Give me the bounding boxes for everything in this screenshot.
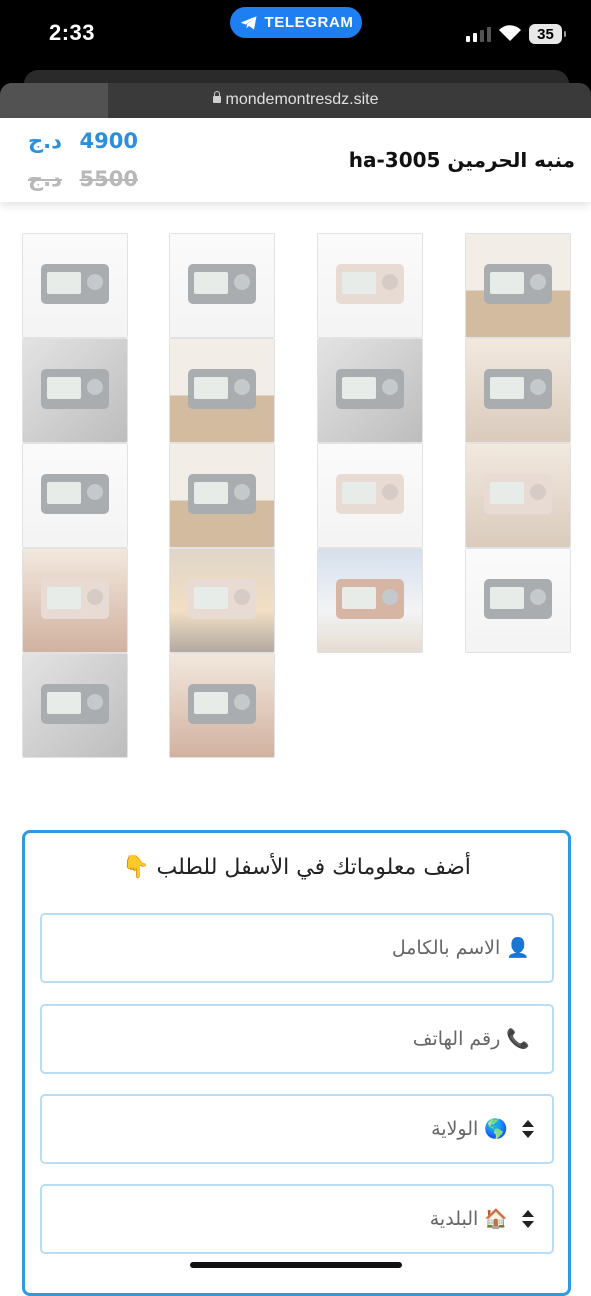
old-price-value: 5500: [79, 167, 138, 191]
thumbnail-overlay: [318, 444, 422, 547]
price-currency: د.ج: [28, 129, 62, 153]
phone-placeholder: 📞 رقم الهاتف: [412, 1028, 530, 1050]
wilaya-select[interactable]: 🌎 الولاية: [40, 1094, 554, 1164]
signal-icon: [466, 27, 491, 42]
product-header: منبه الحرمين ha-3005 د.ج 4900 د.ج 5500: [0, 118, 591, 202]
thumbnail-overlay: [318, 339, 422, 442]
thumbnail-overlay: [170, 339, 274, 442]
thumbnail-overlay: [170, 234, 274, 337]
telegram-return-pill[interactable]: TELEGRAM: [230, 7, 362, 38]
gallery-thumbnail[interactable]: [317, 548, 423, 653]
full-name-placeholder: 👤 الاسم بالكامل: [391, 937, 530, 959]
address-bar[interactable]: mondemontresdz.site: [0, 83, 591, 118]
thumbnail-overlay: [466, 549, 570, 652]
clock-time: 2:33: [49, 20, 96, 45]
phone-input[interactable]: 📞 رقم الهاتف: [40, 1004, 554, 1074]
thumbnail-overlay: [466, 234, 570, 337]
thumbnail-overlay: [23, 339, 127, 442]
thumbnail-overlay: [170, 444, 274, 547]
gallery-thumbnail[interactable]: [317, 338, 423, 443]
telegram-pill-label: TELEGRAM: [264, 14, 354, 31]
old-price-currency: د.ج: [28, 167, 62, 191]
gallery-thumbnail[interactable]: [169, 338, 275, 443]
current-price: د.ج 4900: [28, 129, 138, 153]
battery-icon: 35: [529, 24, 566, 44]
status-bar: 2:33 TELEGRAM 35: [0, 0, 591, 70]
gallery-thumbnail[interactable]: [317, 233, 423, 338]
product-title: منبه الحرمين ha-3005: [348, 148, 575, 172]
commune-label: 🏠 البلدية: [429, 1208, 508, 1230]
thumbnail-overlay: [318, 234, 422, 337]
home-indicator: [190, 1262, 402, 1268]
thumbnail-overlay: [318, 549, 422, 652]
gallery-thumbnail[interactable]: [22, 233, 128, 338]
gallery-thumbnail[interactable]: [169, 233, 275, 338]
thumbnail-overlay: [466, 444, 570, 547]
gallery-thumbnail[interactable]: [169, 653, 275, 758]
order-form: أضف معلوماتك في الأسفل للطلب 👇 👤 الاسم ب…: [22, 830, 571, 1296]
gallery-thumbnail[interactable]: [465, 338, 571, 443]
price-value: 4900: [79, 129, 138, 153]
thumbnail-overlay: [23, 549, 127, 652]
gallery-thumbnail[interactable]: [22, 443, 128, 548]
old-price: د.ج 5500: [28, 167, 138, 191]
gallery-thumbnail[interactable]: [169, 548, 275, 653]
gallery-thumbnail[interactable]: [22, 653, 128, 758]
gallery-thumbnail[interactable]: [465, 233, 571, 338]
thumbnail-overlay: [23, 234, 127, 337]
gallery-thumbnail[interactable]: [465, 443, 571, 548]
thumbnail-overlay: [23, 654, 127, 757]
gallery-thumbnail[interactable]: [169, 443, 275, 548]
product-gallery: [22, 233, 571, 758]
telegram-icon: [240, 15, 257, 30]
gallery-thumbnail[interactable]: [22, 548, 128, 653]
form-title: أضف معلوماتك في الأسفل للطلب 👇: [122, 855, 471, 880]
battery-level: 35: [537, 25, 554, 43]
thumbnail-overlay: [170, 654, 274, 757]
wifi-icon: [499, 25, 521, 41]
background-tab[interactable]: [24, 70, 569, 84]
wilaya-label: 🌎 الولاية: [431, 1118, 508, 1140]
gallery-thumbnail[interactable]: [317, 443, 423, 548]
lock-icon: [212, 91, 221, 103]
thumbnail-overlay: [23, 444, 127, 547]
url-text: mondemontresdz.site: [225, 91, 379, 108]
full-name-input[interactable]: 👤 الاسم بالكامل: [40, 913, 554, 983]
commune-select[interactable]: 🏠 البلدية: [40, 1184, 554, 1254]
gallery-thumbnail[interactable]: [22, 338, 128, 443]
thumbnail-overlay: [170, 549, 274, 652]
gallery-thumbnail[interactable]: [465, 548, 571, 653]
thumbnail-overlay: [466, 339, 570, 442]
